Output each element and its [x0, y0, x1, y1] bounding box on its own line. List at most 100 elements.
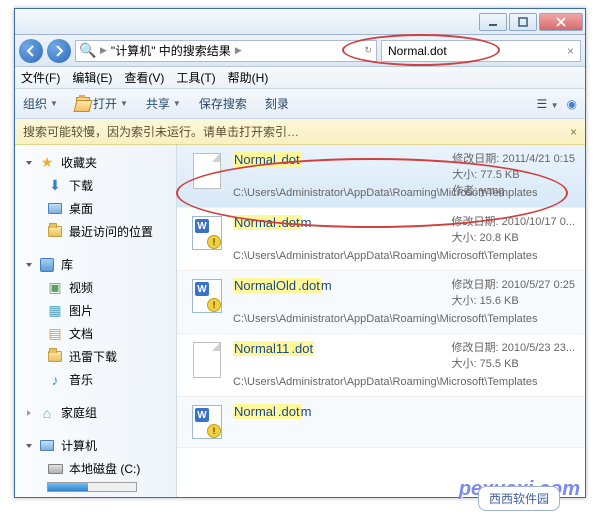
result-icon	[189, 151, 225, 187]
back-button[interactable]	[19, 39, 43, 63]
nav-favorites[interactable]: ★收藏夹	[15, 151, 176, 174]
result-metadata: 修改日期: 2010/5/23 23...大小: 75.5 KB	[451, 340, 575, 372]
nav-downloads[interactable]: ⬇下载	[15, 174, 176, 197]
nav-desktop[interactable]: 桌面	[15, 197, 176, 220]
word-file-icon	[192, 216, 222, 250]
result-title: Normal.dot	[233, 152, 301, 167]
minimize-button[interactable]	[479, 13, 507, 31]
search-input[interactable]	[388, 44, 567, 58]
warning-bar: 搜索可能较慢，因为索引未运行。请单击打开索引… ×	[15, 119, 585, 145]
result-title: NormalOld.dotm	[233, 278, 332, 293]
menu-edit[interactable]: 编辑(E)	[72, 69, 112, 86]
size-label: 大小:	[451, 358, 476, 370]
navigation-pane: ★收藏夹 ⬇下载 桌面 最近访问的位置 库 ▣视频 ▦图片 ▤文档 迅雷下载 ♪…	[15, 145, 177, 497]
disk-icon	[47, 461, 63, 477]
search-result-item[interactable]: Normal.dotm C:\Users\Administrator\AppDat…	[177, 208, 585, 271]
menubar: 文件(F) 编辑(E) 查看(V) 工具(T) 帮助(H)	[15, 67, 585, 89]
nav-localdisk[interactable]: 本地磁盘 (C:)	[15, 457, 176, 480]
menu-file[interactable]: 文件(F)	[21, 69, 60, 86]
video-icon: ▣	[47, 280, 63, 296]
pictures-icon: ▦	[47, 303, 63, 319]
result-icon	[189, 277, 225, 313]
search-icon: 🔍	[80, 43, 96, 59]
menu-view[interactable]: 查看(V)	[124, 69, 164, 86]
chevron-right-icon: ▶	[235, 45, 242, 56]
mod-date-label: 修改日期:	[451, 216, 498, 228]
save-search-button[interactable]: 保存搜索	[199, 95, 247, 112]
download-icon: ⬇	[47, 178, 63, 194]
view-options-icon[interactable]: ☰ ▼	[537, 97, 559, 111]
burn-button[interactable]: 刻录	[265, 95, 289, 112]
computer-icon	[39, 438, 55, 454]
toolbar: 组织 ▼ 打开 ▼ 共享 ▼ 保存搜索 刻录 ☰ ▼ ◉	[15, 89, 585, 119]
size-label: 大小:	[451, 295, 476, 307]
organize-button[interactable]: 组织 ▼	[23, 95, 58, 112]
open-button[interactable]: 打开 ▼	[76, 95, 128, 112]
homegroup-icon: ⌂	[39, 405, 55, 421]
result-metadata: 修改日期: 2010/10/17 0...大小: 20.8 KB	[451, 214, 575, 246]
open-folder-icon	[76, 97, 90, 111]
refresh-icon[interactable]: ↻	[364, 45, 372, 56]
disk-usage-bar	[47, 482, 137, 492]
document-file-icon	[193, 153, 221, 189]
menu-help[interactable]: 帮助(H)	[228, 69, 269, 86]
result-path: C:\Users\Administrator\AppData\Roaming\M…	[233, 250, 577, 262]
chevron-down-icon: ▼	[173, 99, 181, 108]
search-result-item[interactable]: Normal.dotm	[177, 397, 585, 448]
nav-libraries[interactable]: 库	[15, 253, 176, 276]
result-metadata: 修改日期: 2010/5/27 0:25大小: 15.6 KB	[451, 277, 575, 309]
chevron-down-icon: ▼	[120, 99, 128, 108]
results-list: Normal.dot C:\Users\Administrator\AppData…	[177, 145, 585, 497]
search-result-item[interactable]: NormalOld.dotm C:\Users\Administrator\App…	[177, 271, 585, 334]
result-title: Normal.dotm	[233, 404, 311, 419]
search-box[interactable]: ×	[381, 40, 581, 62]
nav-computer[interactable]: 计算机	[15, 434, 176, 457]
star-icon: ★	[39, 155, 55, 171]
music-icon: ♪	[47, 372, 63, 388]
mod-date-label: 修改日期:	[451, 342, 498, 354]
maximize-button[interactable]	[509, 13, 537, 31]
titlebar	[15, 9, 585, 35]
size-label: 大小:	[452, 169, 477, 181]
breadcrumb[interactable]: 🔍 ▶ "计算机" 中的搜索结果 ▶ ↻	[75, 40, 377, 62]
clear-search-icon[interactable]: ×	[567, 44, 574, 58]
nav-homegroup[interactable]: ⌂家庭组	[15, 401, 176, 424]
result-title: Normal.dotm	[233, 215, 311, 230]
mod-date-label: 修改日期:	[452, 153, 499, 165]
result-body: Normal.dotm	[233, 403, 577, 439]
close-warning-icon[interactable]: ×	[570, 125, 577, 139]
share-button[interactable]: 共享 ▼	[146, 95, 181, 112]
libraries-icon	[39, 257, 55, 273]
nav-recent[interactable]: 最近访问的位置	[15, 220, 176, 243]
forward-button[interactable]	[47, 39, 71, 63]
search-result-item[interactable]: Normal.dotC:\Users\Administrator\AppData…	[177, 145, 585, 208]
result-icon	[189, 340, 225, 376]
result-path: C:\Users\Administrator\AppData\Roaming\M…	[233, 376, 577, 388]
close-button[interactable]	[539, 13, 583, 31]
author-label: 作者:	[452, 185, 477, 197]
result-icon	[189, 403, 225, 439]
desktop-icon	[47, 201, 63, 217]
result-title: Normal11.dot	[233, 341, 314, 356]
nav-music[interactable]: ♪音乐	[15, 368, 176, 391]
warning-text[interactable]: 搜索可能较慢，因为索引未运行。请单击打开索引…	[23, 123, 299, 140]
nav-videos[interactable]: ▣视频	[15, 276, 176, 299]
folder-icon	[47, 349, 63, 365]
nav-xunlei[interactable]: 迅雷下载	[15, 345, 176, 368]
nav-documents[interactable]: ▤文档	[15, 322, 176, 345]
nav-pictures[interactable]: ▦图片	[15, 299, 176, 322]
mod-date-label: 修改日期:	[451, 279, 498, 291]
result-metadata: 修改日期: 2011/4/21 0:15大小: 77.5 KB作者: yang	[452, 151, 575, 199]
result-path: C:\Users\Administrator\AppData\Roaming\M…	[233, 313, 577, 325]
menu-tools[interactable]: 工具(T)	[176, 69, 215, 86]
attribution-bubble: 西西软件园	[478, 486, 560, 511]
content-area: ★收藏夹 ⬇下载 桌面 最近访问的位置 库 ▣视频 ▦图片 ▤文档 迅雷下载 ♪…	[15, 145, 585, 497]
documents-icon: ▤	[47, 326, 63, 342]
word-file-icon	[192, 279, 222, 313]
size-label: 大小:	[451, 232, 476, 244]
search-result-item[interactable]: Normal11.dot C:\Users\Administrator\AppDa…	[177, 334, 585, 397]
explorer-window: 🔍 ▶ "计算机" 中的搜索结果 ▶ ↻ × 文件(F) 编辑(E) 查看(V)…	[14, 8, 586, 498]
word-file-icon	[192, 405, 222, 439]
document-file-icon	[193, 342, 221, 378]
help-icon[interactable]: ◉	[567, 97, 577, 111]
